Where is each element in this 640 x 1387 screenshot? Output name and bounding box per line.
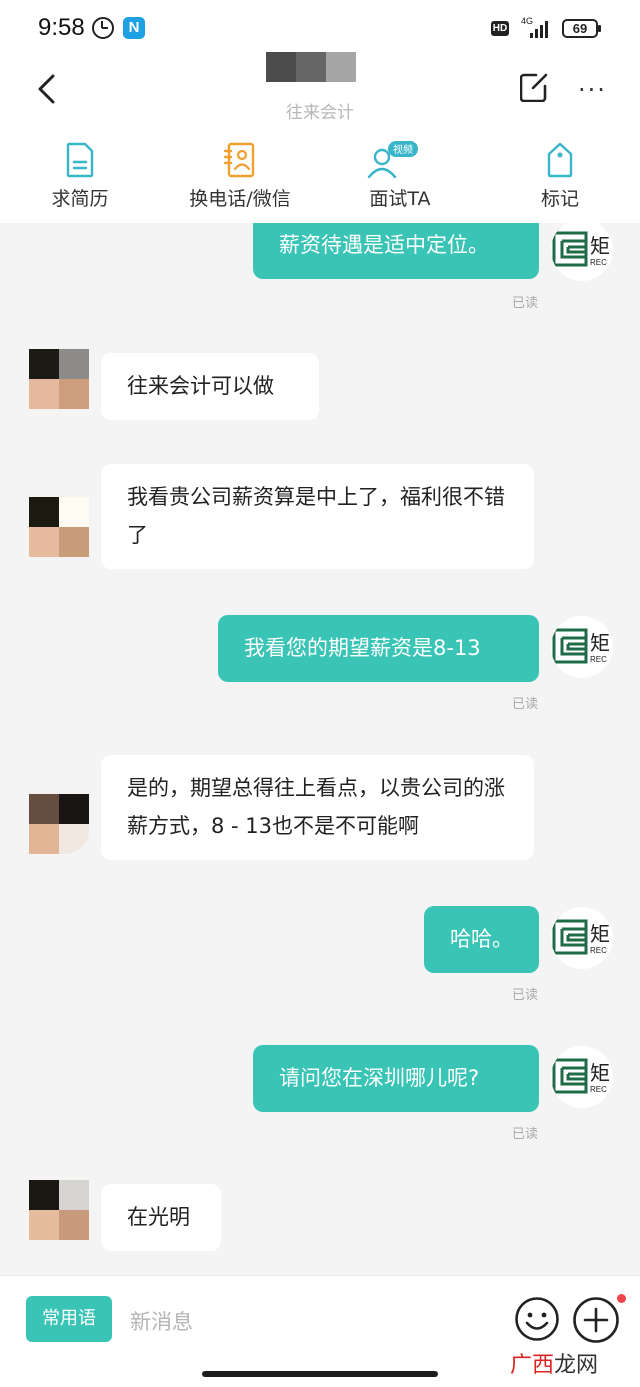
alarm-icon — [92, 17, 114, 39]
message-text: 我看您的期望薪资是8-13 — [244, 636, 481, 660]
contact-name-pixelated — [266, 52, 356, 82]
message-text: 我看贵公司薪资算是中上了，福利很不错了 — [127, 485, 505, 547]
home-indicator[interactable] — [202, 1371, 438, 1377]
message-bubble-sent[interactable]: 请问您在深圳哪儿呢? — [253, 1045, 539, 1112]
contact-card-icon — [223, 142, 255, 178]
battery-icon: 69 — [562, 19, 601, 38]
message-bubble-received[interactable]: 我看贵公司薪资算是中上了，福利很不错了 — [101, 464, 534, 569]
status-bar: 9:58 N HD 4G 69 — [0, 0, 640, 58]
svg-text:矩: 矩 — [590, 1061, 610, 1085]
hd-icon: HD — [491, 21, 509, 36]
message-bubble-sent[interactable]: 哈哈。 — [424, 906, 539, 973]
app-notification-icon: N — [123, 17, 145, 39]
more-options-icon[interactable]: ··· — [578, 76, 610, 104]
read-status: 已读 — [512, 988, 539, 1003]
my-avatar[interactable]: 矩 REC — [551, 907, 613, 969]
message-input[interactable]: 新消息 — [130, 1306, 193, 1336]
my-avatar[interactable]: 矩 REC — [551, 616, 613, 678]
message-text: 哈哈。 — [450, 927, 513, 951]
status-time: 9:58 — [38, 14, 85, 41]
tool-label: 求简历 — [51, 188, 109, 210]
contact-avatar[interactable] — [29, 1180, 89, 1240]
svg-text:矩: 矩 — [590, 631, 610, 655]
tool-label: 换电话/微信 — [189, 188, 291, 210]
message-bubble-received[interactable]: 是的，期望总得往上看点，以贵公司的涨薪方式，8 - 13也不是不可能啊 — [101, 755, 534, 860]
notification-dot — [617, 1294, 626, 1303]
action-toolbar: 求简历 换电话/微信 视频 面试TA 标记 — [0, 128, 640, 223]
company-logo-icon: 矩 REC — [552, 919, 610, 955]
video-badge: 视频 — [393, 143, 413, 156]
message-bubble-sent[interactable]: 我看您的期望薪资是8-13 — [218, 615, 539, 682]
tool-interview[interactable]: 视频 面试TA — [330, 128, 470, 223]
plus-icon[interactable] — [572, 1296, 620, 1344]
message-text: 请问您在深圳哪儿呢? — [279, 1066, 480, 1090]
interview-icon: 视频 — [367, 141, 418, 179]
tool-label: 面试TA — [369, 188, 431, 210]
message-text: 在光明 — [127, 1205, 190, 1229]
contact-avatar[interactable] — [29, 349, 89, 409]
message-text: 薪资待遇是适中定位。 — [279, 233, 489, 257]
contact-avatar[interactable] — [29, 497, 89, 557]
tool-label: 标记 — [540, 188, 579, 210]
read-status: 已读 — [512, 1127, 539, 1142]
read-status: 已读 — [512, 697, 539, 712]
watermark: 广西龙网 — [510, 1353, 599, 1378]
svg-text:REC: REC — [590, 946, 607, 955]
message-bubble-sent[interactable]: 薪资待遇是适中定位。 — [253, 223, 539, 279]
quick-phrases-button[interactable]: 常用语 — [26, 1296, 112, 1342]
contact-avatar[interactable] — [29, 794, 89, 854]
message-input-bar: 常用语 新消息 广西龙网 — [0, 1275, 640, 1387]
svg-text:REC: REC — [590, 655, 607, 664]
my-avatar[interactable]: 矩 REC — [551, 1046, 613, 1108]
company-logo-icon: 矩 REC — [552, 628, 610, 664]
tool-request-resume[interactable]: 求简历 — [10, 128, 150, 223]
my-avatar[interactable]: 矩 REC — [551, 223, 613, 281]
resume-icon — [66, 142, 94, 178]
signal-icon — [530, 20, 554, 38]
tag-icon — [547, 142, 573, 178]
company-logo-icon: 矩 REC — [552, 1058, 610, 1094]
emoji-icon[interactable] — [514, 1296, 560, 1342]
message-bubble-received[interactable]: 在光明 — [101, 1184, 221, 1251]
svg-text:矩: 矩 — [590, 922, 610, 946]
chat-message-list[interactable]: 薪资待遇是适中定位。 矩 REC 已读 往来会计可以做 我看贵公司薪资算是中上了… — [0, 223, 640, 1275]
message-text: 是的，期望总得往上看点，以贵公司的涨薪方式，8 - 13也不是不可能啊 — [127, 776, 505, 838]
svg-text:REC: REC — [590, 258, 607, 267]
tool-exchange-contact[interactable]: 换电话/微信 — [170, 128, 310, 223]
svg-text:矩: 矩 — [590, 234, 610, 258]
svg-text:REC: REC — [590, 1085, 607, 1094]
edit-note-icon[interactable] — [520, 72, 548, 102]
message-bubble-received[interactable]: 往来会计可以做 — [101, 353, 319, 420]
company-logo-icon: 矩 REC — [552, 231, 610, 267]
read-status: 已读 — [512, 296, 539, 311]
tool-mark[interactable]: 标记 — [490, 128, 630, 223]
chat-header: 往来会计 ··· — [0, 52, 640, 128]
message-text: 往来会计可以做 — [127, 374, 274, 398]
